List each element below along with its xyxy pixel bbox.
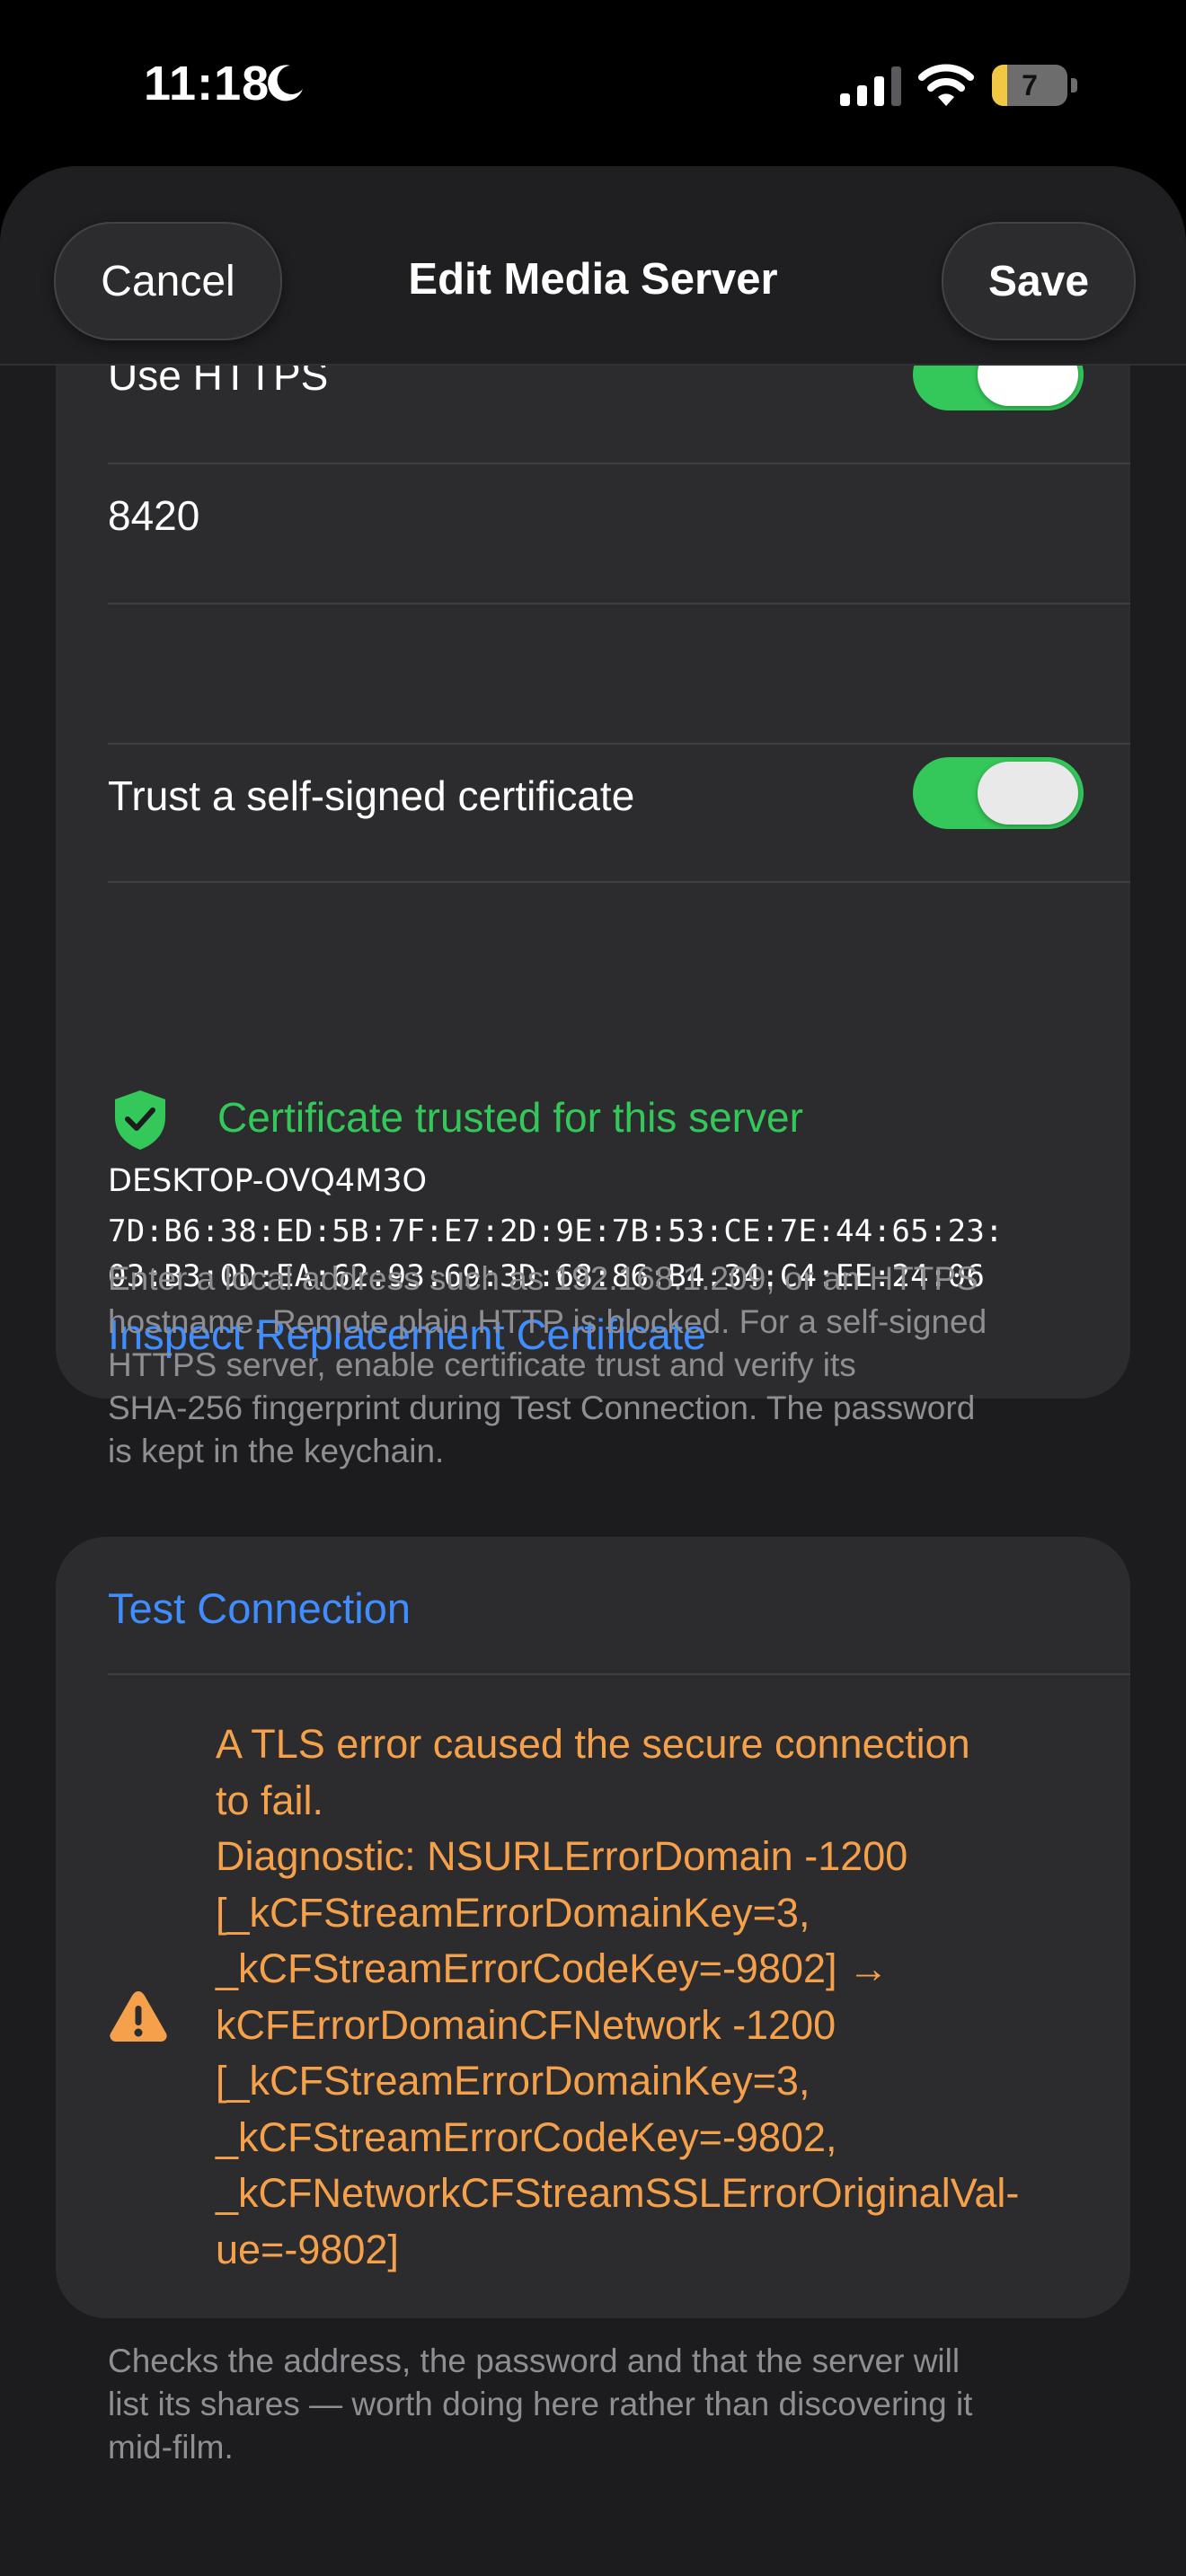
error-line: _kCFNetworkCFStreamSSLErrorOriginalVal-: [216, 2170, 1020, 2216]
navigation-bar: Cancel Edit Media Server Save: [0, 166, 1186, 366]
footnote-line: SHA-256 fingerprint during Test Connecti…: [108, 1389, 976, 1426]
divider: [108, 603, 1130, 604]
battery-tip: [1071, 78, 1077, 93]
toggle-knob: [978, 762, 1078, 825]
battery-body: 7: [992, 65, 1067, 106]
wifi-icon: [918, 64, 974, 106]
error-line: _kCFStreamErrorCodeKey=-9802] →: [216, 1945, 890, 1991]
certificate-status: Certificate trusted for this server: [217, 1094, 803, 1141]
footnote-line: Enter a local address such as 192.168.1.…: [108, 1260, 978, 1297]
empty-text-field[interactable]: [108, 624, 1078, 723]
error-line: to fail.: [216, 1777, 324, 1823]
shield-check-icon: [115, 1090, 165, 1150]
error-line: ue=-9802]: [216, 2226, 399, 2272]
divider: [108, 743, 1130, 745]
error-line: [_kCFStreamErrorDomainKey=3,: [216, 2058, 810, 2104]
status-time: 11:18: [144, 57, 270, 110]
trust-certificate-toggle[interactable]: [913, 757, 1084, 829]
test-connection-button[interactable]: Test Connection: [108, 1584, 411, 1633]
save-button[interactable]: Save: [942, 222, 1136, 340]
test-connection-footnote: Checks the address, the password and tha…: [108, 2340, 1087, 2469]
certificate-hostname: DESKTOP-OVQ4M3O: [108, 1163, 428, 1199]
port-field[interactable]: 8420: [108, 491, 199, 540]
footnote-line: is kept in the keychain.: [108, 1433, 445, 1469]
server-settings-card: Use HTTPS 8420 Trust a self-signed certi…: [56, 301, 1130, 1398]
server-settings-footnote: Enter a local address such as 192.168.1.…: [108, 1257, 1087, 1473]
status-bar: 11:18 7: [0, 0, 1186, 166]
warning-icon: [110, 1991, 167, 2042]
error-line: _kCFStreamErrorCodeKey=-9802,: [216, 2113, 837, 2160]
footnote-line: Checks the address, the password and tha…: [108, 2342, 960, 2379]
battery-level: 7: [1022, 69, 1038, 101]
moon-icon: [268, 65, 303, 101]
edit-server-sheet: Cancel Edit Media Server Save Use HTTPS …: [0, 166, 1186, 2576]
footnote-line: hostname. Remote plain HTTP is blocked. …: [108, 1303, 987, 1340]
footnote-line: mid-film.: [108, 2429, 234, 2466]
divider: [108, 1673, 1130, 1675]
cellular-signal-icon: [840, 66, 901, 106]
error-line: Diagnostic: NSURLErrorDomain -1200: [216, 1833, 908, 1879]
fingerprint-line: 7D:B6:38:ED:5B:7F:E7:2D:9E:7B:53:CE:7E:4…: [108, 1213, 1004, 1249]
error-line: kCFErrorDomainCFNetwork -1200: [216, 2001, 836, 2048]
connection-error-message: A TLS error caused the secure connection…: [216, 1716, 1114, 2278]
error-line: [_kCFStreamErrorDomainKey=3,: [216, 1889, 810, 1936]
battery-indicator: 7: [992, 65, 1078, 106]
trust-certificate-label: Trust a self-signed certificate: [108, 772, 635, 819]
footnote-line: HTTPS server, enable certificate trust a…: [108, 1346, 856, 1383]
test-connection-card: Test Connection A TLS error caused the s…: [56, 1537, 1130, 2318]
footnote-line: list its shares — worth doing here rathe…: [108, 2386, 973, 2422]
divider: [108, 881, 1130, 883]
error-line: A TLS error caused the secure connection: [216, 1721, 970, 1767]
divider: [108, 463, 1130, 464]
